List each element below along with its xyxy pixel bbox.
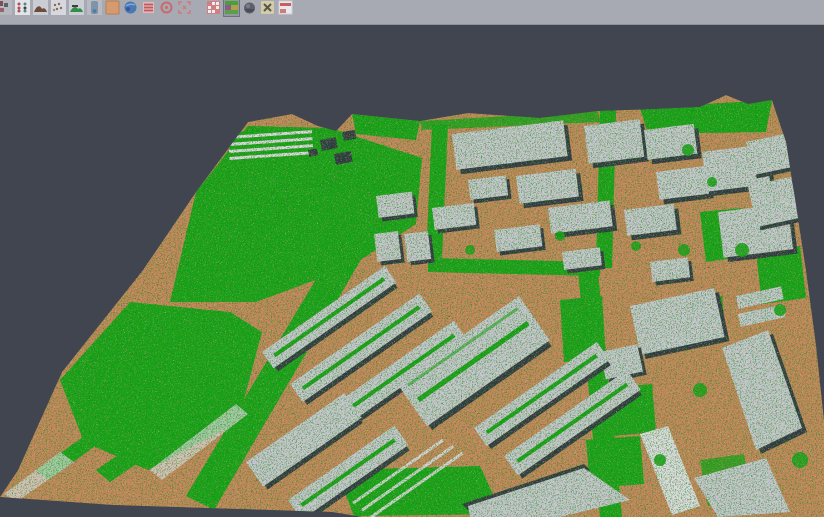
viewport-3d[interactable]: [0, 26, 824, 517]
crop-bounds-icon[interactable]: [177, 0, 192, 16]
points-cluster-icon[interactable]: [0, 0, 12, 16]
clip-box-icon[interactable]: [278, 0, 293, 16]
application-window: [0, 0, 824, 517]
point-pairs-icon[interactable]: [15, 0, 30, 16]
layers-stack-icon[interactable]: [141, 0, 156, 16]
target-circle-icon[interactable]: [159, 0, 174, 16]
toolbar: [0, 0, 824, 25]
orthophoto-icon[interactable]: [105, 0, 120, 16]
delete-cross-icon[interactable]: [260, 0, 275, 16]
grid-cells-icon[interactable]: [206, 0, 221, 16]
point-cloud-scene: [0, 26, 824, 517]
globe-icon[interactable]: [123, 0, 138, 16]
mesh-sphere-icon[interactable]: [242, 0, 257, 16]
vegetation-terrain-icon[interactable]: [69, 0, 84, 16]
profile-view-icon[interactable]: [87, 0, 102, 16]
sparse-points-icon[interactable]: [51, 0, 66, 16]
terrain-hill-icon[interactable]: [33, 0, 48, 16]
classified-map-icon[interactable]: [224, 0, 239, 16]
